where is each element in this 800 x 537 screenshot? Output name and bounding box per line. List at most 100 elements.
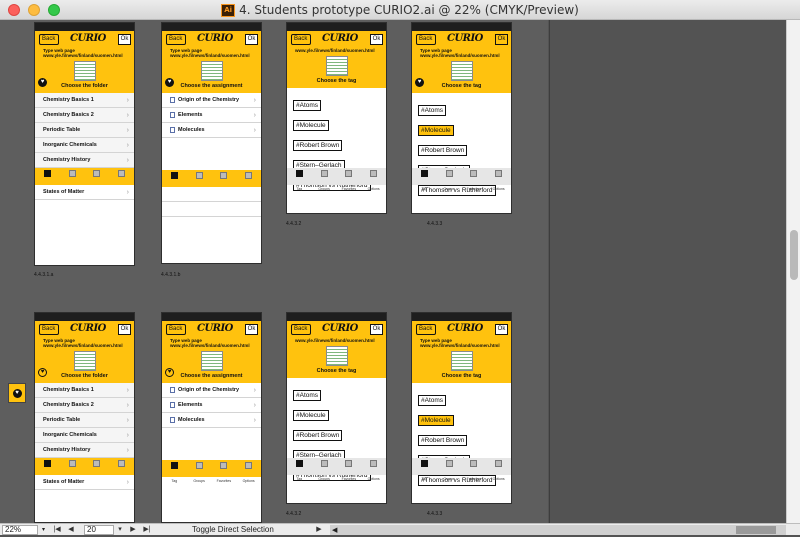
back-button[interactable]: Back [166,34,187,45]
tab-favorites[interactable]: Favorites [337,458,362,481]
ok-button[interactable]: Ok [370,34,383,45]
horizontal-scrollbar[interactable]: ◀ [330,525,786,535]
tab-options[interactable]: Options [361,458,386,481]
tab-groups[interactable]: Groups [312,168,337,191]
tag-chip[interactable]: #Molecule [293,410,329,421]
tab-groups[interactable]: Groups [187,460,212,483]
list-item[interactable]: Chemistry Basics 2 › [35,108,134,123]
tab-favorites[interactable]: Favorites [462,458,487,481]
tab-tag[interactable]: Tag [162,460,187,483]
back-button[interactable]: Back [416,324,437,335]
ok-button[interactable]: Ok [118,34,131,45]
tab-tag[interactable]: Tag [35,458,60,481]
tag-chip[interactable]: #Atoms [293,390,322,401]
tab-favorites[interactable]: Favorites [462,168,487,191]
zoom-dropdown-icon[interactable]: ▾ [39,525,48,535]
vertical-scrollbar-thumb[interactable] [790,230,798,280]
back-button[interactable]: Back [291,324,312,335]
list-item[interactable]: Chemistry Basics 2 › [35,398,134,413]
artboard-phone-assignments-2[interactable]: Back CURIO Ok Type web page www.yle.fi/n… [161,312,262,523]
tab-options[interactable]: Options [236,170,261,193]
heart-outline-icon[interactable]: ♥ [165,368,174,377]
tag-chip[interactable]: #Atoms [418,395,447,406]
back-button[interactable]: Back [166,324,187,335]
tag-chip-selected[interactable]: #Molecule [418,125,454,136]
tab-options[interactable]: Options [486,168,511,191]
back-button[interactable]: Back [291,34,312,45]
artboard-phone-assignments[interactable]: Back CURIO Ok Type web page www.yle.fi/n… [161,22,262,264]
list-item[interactable]: Chemistry Basics 1 › [35,383,134,398]
tab-groups[interactable]: Groups [312,458,337,481]
list-item[interactable]: Molecules › [162,123,261,138]
list-item[interactable]: Origin of the Chemistry › [162,93,261,108]
tab-tag[interactable]: Tag [287,168,312,191]
list-item[interactable]: Periodic Table › [35,123,134,138]
artboard-canvas[interactable]: Back CURIO Ok Type web page www.yle.fi/n… [0,20,548,523]
list-item[interactable]: Origin of the Chemistry › [162,383,261,398]
artboard-phone-folder-list-2[interactable]: Back CURIO Ok Type web page www.yle.fi/n… [34,312,135,523]
tab-options[interactable]: Options [236,460,261,483]
last-artboard-button[interactable]: ▶| [142,524,152,536]
list-item[interactable]: Chemistry Basics 1 › [35,93,134,108]
list-item[interactable]: Inorganic Chemicals › [35,138,134,153]
back-button[interactable]: Back [39,34,60,45]
floating-heart-button[interactable]: ♥ [8,383,26,403]
back-button[interactable]: Back [416,34,437,45]
tag-chip[interactable]: #Robert Brown [418,145,468,156]
artboard-number-field[interactable]: 20 [84,525,114,535]
ok-button[interactable]: Ok [495,324,508,335]
status-menu-arrow-icon[interactable]: ▶ [314,524,324,536]
ok-button[interactable]: Ok [118,324,131,335]
artboard-phone-tags-selected[interactable]: Back CURIO Ok Type web page www.yle.fi/n… [411,22,512,214]
list-item[interactable]: Molecules › [162,413,261,428]
list-item[interactable]: Chemistry History › [35,153,134,168]
ok-button[interactable]: Ok [245,324,258,335]
tag-chip[interactable]: #Robert Brown [418,435,468,446]
tag-chip-selected[interactable]: #Molecule [418,415,454,426]
previous-artboard-button[interactable]: ◀ [66,524,76,536]
tag-chip[interactable]: #Robert Brown [293,140,343,151]
list-item[interactable]: Elements › [162,398,261,413]
tab-favorites[interactable]: Favorites [85,458,110,481]
tab-tag[interactable]: Tag [412,458,437,481]
list-item[interactable]: Elements › [162,108,261,123]
list-item[interactable]: Chemistry History › [35,443,134,458]
tab-tag[interactable]: Tag [35,168,60,191]
list-item[interactable]: Periodic Table › [35,413,134,428]
tab-favorites[interactable]: Favorites [212,170,237,193]
artboard-phone-tags-selected-2[interactable]: Back CURIO Ok Type web page www.yle.fi/n… [411,312,512,504]
tag-chip[interactable]: #Molecule [293,120,329,131]
ok-button[interactable]: Ok [495,34,508,45]
tab-groups[interactable]: Groups [60,458,85,481]
list-item[interactable]: States of Matter › [35,185,134,200]
first-artboard-button[interactable]: |◀ [52,524,62,536]
tab-groups[interactable]: Groups [60,168,85,191]
tab-groups[interactable]: Groups [437,458,462,481]
tab-favorites[interactable]: Favorites [85,168,110,191]
tag-chip[interactable]: #Robert Brown [293,430,343,441]
artboard-phone-tags[interactable]: Back CURIO Ok www.yle.fi/news/finland/su… [286,22,387,214]
zoom-level-field[interactable]: 22% [2,525,38,535]
tab-tag[interactable]: Tag [412,168,437,191]
tab-tag[interactable]: Tag [287,458,312,481]
ok-button[interactable]: Ok [245,34,258,45]
heart-icon[interactable]: ♥ [415,78,424,87]
list-item[interactable]: Inorganic Chemicals › [35,428,134,443]
tab-options[interactable]: Options [361,168,386,191]
heart-icon[interactable]: ♥ [38,78,47,87]
tab-options[interactable]: Options [486,458,511,481]
heart-icon[interactable]: ♥ [165,78,174,87]
artboard-phone-tags-2[interactable]: Back CURIO Ok www.yle.fi/news/finland/su… [286,312,387,504]
tab-options[interactable]: Options [109,168,134,191]
tab-groups[interactable]: Groups [437,168,462,191]
tab-favorites[interactable]: Favorites [337,168,362,191]
list-item[interactable]: States of Matter › [35,475,134,490]
scroll-left-icon[interactable]: ◀ [332,525,337,537]
tag-chip[interactable]: #Atoms [293,100,322,111]
artboard-phone-folder-list[interactable]: Back CURIO Ok Type web page www.yle.fi/n… [34,22,135,266]
back-button[interactable]: Back [39,324,60,335]
ok-button[interactable]: Ok [370,324,383,335]
vertical-scrollbar[interactable] [786,20,800,523]
next-artboard-button[interactable]: ▶ [128,524,138,536]
tab-groups[interactable]: Groups [187,170,212,193]
